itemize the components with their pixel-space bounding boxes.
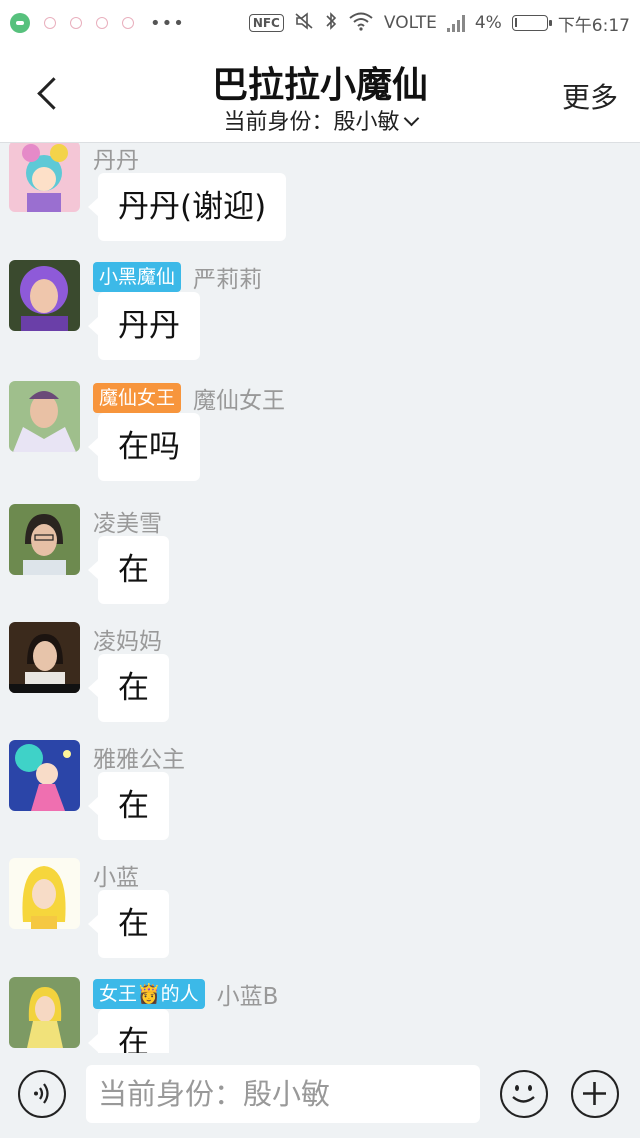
wifi-icon [348, 11, 374, 35]
avatar[interactable] [9, 858, 80, 929]
message-meta: 女王👸的人 小蓝B [93, 977, 278, 1011]
battery-percent: 4% [474, 13, 502, 33]
chat-header: 巴拉拉小魔仙 当前身份：殷小敏 更多 [0, 46, 640, 143]
emoji-button[interactable] [500, 1070, 548, 1118]
more-notifications-icon: ••• [150, 12, 185, 34]
message-bubble[interactable]: 在 [88, 1009, 169, 1053]
notification-icon [70, 17, 82, 29]
message-meta: 小蓝 [93, 858, 139, 892]
sender-name: 丹丹 [93, 148, 139, 174]
avatar[interactable] [9, 381, 80, 452]
battery-icon [511, 15, 552, 31]
message-item: 小黑魔仙 严莉莉 丹丹 [0, 260, 640, 372]
sender-name: 魔仙女王 [193, 388, 286, 414]
status-indicators: NFC VOLTE 4% 下午6:17 [248, 0, 630, 46]
smiley-icon [512, 1085, 535, 1103]
sender-name: 凌妈妈 [93, 629, 162, 655]
bluetooth-icon [324, 11, 338, 35]
message-meta: 雅雅公主 [93, 740, 185, 774]
nfc-indicator: NFC [248, 14, 284, 32]
message-item: 小蓝 在 [0, 858, 640, 970]
message-item: 丹丹 丹丹(谢迎) [0, 143, 640, 253]
voice-button[interactable] [18, 1070, 66, 1118]
plus-icon [583, 1082, 606, 1105]
sender-name: 雅雅公主 [93, 747, 185, 773]
message-meta: 凌美雪 [93, 504, 162, 538]
avatar[interactable] [9, 143, 80, 212]
chat-title: 巴拉拉小魔仙 [211, 65, 428, 106]
message-item: 女王👸的人 小蓝B 在 [0, 977, 640, 1053]
message-input[interactable] [86, 1065, 480, 1123]
avatar[interactable] [9, 622, 80, 693]
status-time: 下午6:17 [557, 15, 630, 36]
message-bubble[interactable]: 在 [88, 536, 169, 604]
status-bar: ••• NFC VOLTE 4% 下午6:17 [0, 0, 640, 46]
wechat-notification-icon [10, 13, 30, 33]
member-badge: 魔仙女王 [93, 383, 182, 413]
plus-button[interactable] [571, 1070, 619, 1118]
signal-icon [446, 14, 465, 32]
message-list[interactable]: 丹丹 丹丹(谢迎) 小黑魔仙 严莉莉 丹丹 魔仙女王 魔仙女王 在吗 凌美雪 在 [0, 143, 640, 1053]
message-bubble[interactable]: 丹丹 [88, 292, 200, 360]
message-meta: 魔仙女王 魔仙女王 [93, 381, 285, 415]
message-item: 魔仙女王 魔仙女王 在吗 [0, 381, 640, 493]
silent-mode-icon [294, 12, 314, 34]
avatar[interactable] [9, 504, 80, 575]
sender-name: 小蓝 [93, 865, 139, 891]
message-bubble[interactable]: 在 [88, 890, 169, 958]
identity-label: 当前身份：殷小敏 [223, 110, 400, 135]
message-meta: 丹丹 [93, 143, 139, 175]
message-bubble[interactable]: 在 [88, 772, 169, 840]
identity-selector[interactable]: 当前身份：殷小敏 [0, 104, 640, 136]
volte-indicator: VOLTE [383, 13, 437, 33]
notification-icon [122, 17, 134, 29]
message-item: 凌美雪 在 [0, 504, 640, 616]
sender-name: 小蓝B [216, 984, 279, 1010]
sender-name: 凌美雪 [93, 511, 162, 537]
sender-name: 严莉莉 [193, 267, 263, 293]
voice-icon [34, 1083, 49, 1104]
message-item: 雅雅公主 在 [0, 740, 640, 852]
message-meta: 小黑魔仙 严莉莉 [93, 260, 262, 294]
member-badge: 女王👸的人 [93, 979, 205, 1009]
notification-icon [96, 17, 108, 29]
status-notifications: ••• [0, 13, 185, 34]
more-button[interactable]: 更多 [562, 76, 618, 116]
chevron-down-icon [403, 110, 419, 127]
member-badge: 小黑魔仙 [93, 262, 182, 292]
message-meta: 凌妈妈 [93, 622, 162, 656]
message-bubble[interactable]: 丹丹(谢迎) [87, 173, 287, 241]
message-bubble[interactable]: 在吗 [88, 413, 200, 481]
avatar[interactable] [9, 740, 80, 811]
avatar[interactable] [9, 977, 80, 1048]
message-item: 凌妈妈 在 [0, 622, 640, 734]
message-bubble[interactable]: 在 [88, 654, 169, 722]
avatar[interactable] [9, 260, 80, 331]
notification-icon [44, 17, 56, 29]
input-bar [0, 1053, 640, 1138]
